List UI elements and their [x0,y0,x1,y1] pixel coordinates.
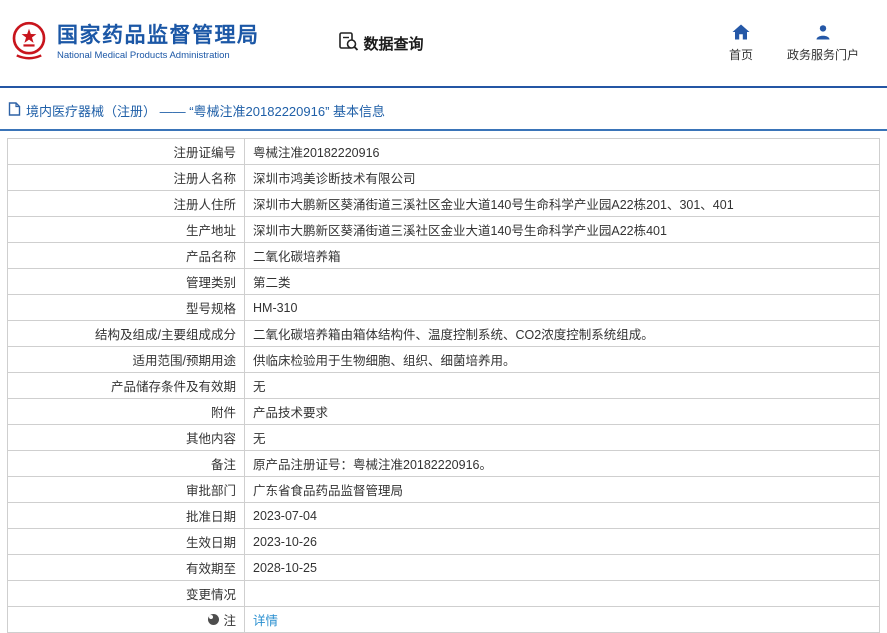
table-row: 变更情况 [8,581,880,607]
row-label: 备注 [211,454,236,473]
row-label: 管理类别 [186,272,236,291]
table-row: 产品名称 二氧化碳培养箱 [8,243,880,269]
row-value: 二氧化碳培养箱 [253,250,341,264]
table-row: 生产地址 深圳市大鹏新区葵涌街道三溪社区金业大道140号生命科学产业园A22栋4… [8,217,880,243]
row-value: HM-310 [253,301,297,315]
row-value: 第二类 [253,276,291,290]
row-label: 型号规格 [186,298,236,317]
row-label: 批准日期 [186,506,236,525]
registration-info-table: 注册证编号 粤械注准20182220916 注册人名称 深圳市鸿美诊断技术有限公… [7,138,880,633]
row-value: 原产品注册证号：粤械注准20182220916。 [253,458,492,472]
nav-portal-label: 政务服务门户 [787,46,859,63]
home-icon [732,24,750,43]
row-label: 结构及组成/主要组成成分 [95,324,236,343]
row-value: 2023-10-26 [253,535,317,549]
table-row: 生效日期 2023-10-26 [8,529,880,555]
row-value: 深圳市鸿美诊断技术有限公司 [253,172,416,186]
table-row: 注册人名称 深圳市鸿美诊断技术有限公司 [8,165,880,191]
header: 国家药品监督管理局 National Medical Products Admi… [0,0,887,88]
site-title: 国家药品监督管理局 [57,24,260,48]
site-logo[interactable]: 国家药品监督管理局 National Medical Products Admi… [10,21,260,66]
national-emblem-icon [10,21,48,66]
table-row: 其他内容 无 [8,425,880,451]
row-value: 深圳市大鹏新区葵涌街道三溪社区金业大道140号生命科学产业园A22栋401 [253,224,667,238]
row-label: 注册人住所 [173,194,236,213]
row-value: 无 [253,380,266,394]
table-row: 审批部门 广东省食品药品监督管理局 [8,477,880,503]
row-value: 2028-10-25 [253,561,317,575]
row-label: 附件 [211,402,236,421]
row-value: 供临床检验用于生物细胞、组织、细菌培养用。 [253,354,516,368]
breadcrumb-text: 境内医疗器械（注册） —— “粤械注准20182220916” 基本信息 [26,101,385,120]
table-row: 注册证编号 粤械注准20182220916 [8,139,880,165]
row-label: 有效期至 [186,558,236,577]
site-subtitle: National Medical Products Administration [57,51,260,62]
data-query-icon [338,31,359,56]
header-nav: 首页 政务服务门户 [729,24,869,63]
nav-home-label: 首页 [729,46,753,63]
note-icon [208,614,219,625]
detail-link[interactable]: 详情 [253,614,278,628]
table-row: 产品储存条件及有效期 无 [8,373,880,399]
row-value: 广东省食品药品监督管理局 [253,484,403,498]
row-label: 审批部门 [186,480,236,499]
row-value: 深圳市大鹏新区葵涌街道三溪社区金业大道140号生命科学产业园A22栋201、30… [253,198,734,212]
table-row: 有效期至 2028-10-25 [8,555,880,581]
table-row: 批准日期 2023-07-04 [8,503,880,529]
row-label: 生效日期 [186,532,236,551]
table-row: 管理类别 第二类 [8,269,880,295]
document-icon [8,102,21,119]
row-value: 2023-07-04 [253,509,317,523]
user-icon [815,24,831,43]
row-value: 产品技术要求 [253,406,328,420]
table-row: 备注 原产品注册证号：粤械注准20182220916。 [8,451,880,477]
nav-home[interactable]: 首页 [729,24,753,63]
info-table-body: 注册证编号 粤械注准20182220916 注册人名称 深圳市鸿美诊断技术有限公… [8,139,880,633]
row-label: 注 [223,610,236,629]
row-label: 注册证编号 [173,142,236,161]
nav-data-query[interactable]: 数据查询 [338,31,424,56]
table-row: 注册人住所 深圳市大鹏新区葵涌街道三溪社区金业大道140号生命科学产业园A22栋… [8,191,880,217]
row-value: 二氧化碳培养箱由箱体结构件、温度控制系统、CO2浓度控制系统组成。 [253,328,654,342]
table-row: 适用范围/预期用途 供临床检验用于生物细胞、组织、细菌培养用。 [8,347,880,373]
row-label: 产品名称 [186,246,236,265]
table-row: 结构及组成/主要组成成分 二氧化碳培养箱由箱体结构件、温度控制系统、CO2浓度控… [8,321,880,347]
breadcrumb: 境内医疗器械（注册） —— “粤械注准20182220916” 基本信息 [0,88,887,131]
table-row: 型号规格 HM-310 [8,295,880,321]
nav-gov-portal[interactable]: 政务服务门户 [787,24,859,63]
table-row: 附件 产品技术要求 [8,399,880,425]
row-label: 适用范围/预期用途 [133,350,236,369]
table-row: 注 详情 [8,607,880,633]
row-value: 无 [253,432,266,446]
row-label: 注册人名称 [173,168,236,187]
data-query-label: 数据查询 [364,33,424,54]
row-label: 产品储存条件及有效期 [111,376,236,395]
row-label: 生产地址 [186,220,236,239]
row-label: 变更情况 [186,584,236,603]
row-label: 其他内容 [186,428,236,447]
row-value: 粤械注准20182220916 [253,146,379,160]
